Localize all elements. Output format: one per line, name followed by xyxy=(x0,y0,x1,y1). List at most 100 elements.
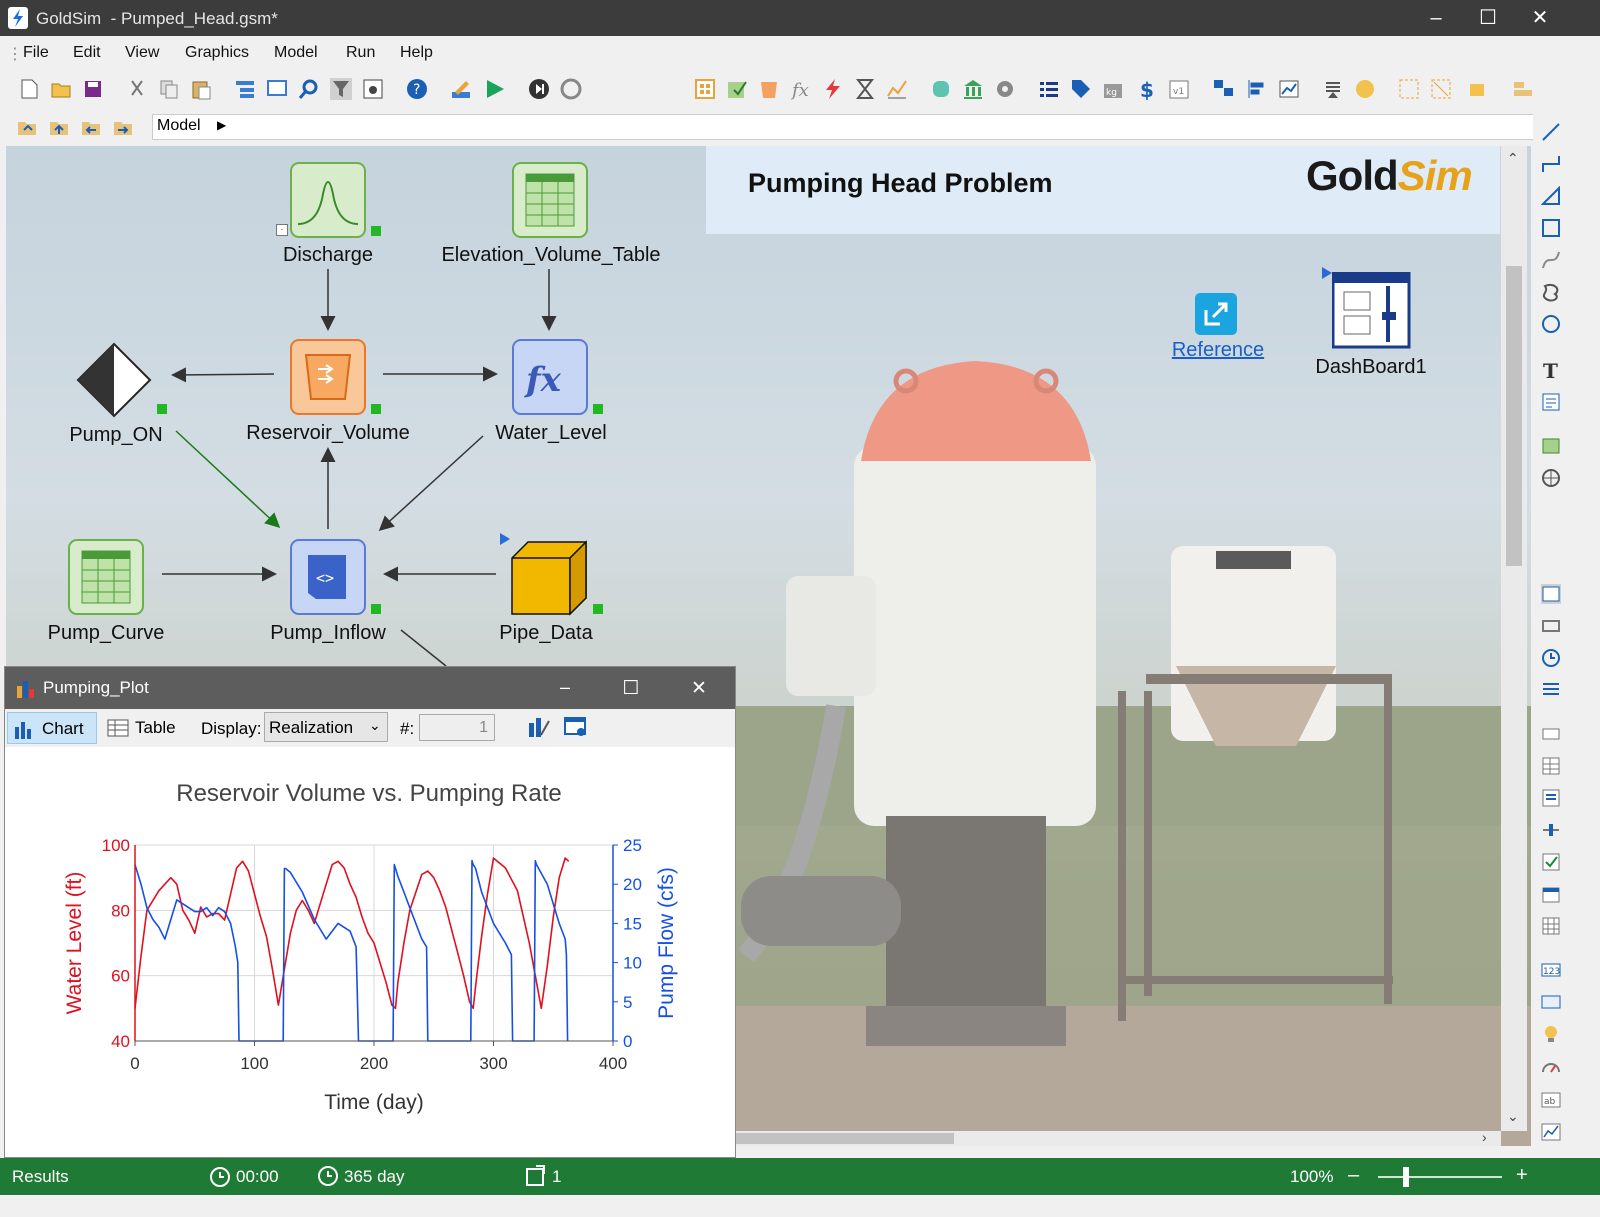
edit-mode-icon[interactable] xyxy=(450,78,472,100)
zoom-slider-thumb[interactable] xyxy=(1403,1167,1409,1187)
copy-icon[interactable] xyxy=(158,78,180,100)
digital-display-icon[interactable] xyxy=(1541,992,1561,1012)
data-element-icon[interactable] xyxy=(726,78,748,100)
ellipse-icon[interactable] xyxy=(1541,314,1561,334)
chart-control-icon[interactable] xyxy=(1541,1122,1561,1142)
tab-chart[interactable]: Chart xyxy=(7,712,97,744)
browser-icon[interactable] xyxy=(234,78,256,100)
blob-icon[interactable] xyxy=(1541,282,1561,302)
text-tool-icon[interactable]: T xyxy=(1541,359,1561,383)
pump-on-element[interactable] xyxy=(76,342,152,418)
container-view-icon[interactable] xyxy=(1541,584,1561,604)
database-icon[interactable] xyxy=(930,78,952,100)
reservoir-volume-element[interactable] xyxy=(290,339,366,415)
menu-graphics[interactable]: Graphics xyxy=(185,44,249,62)
chart-style-icon[interactable] xyxy=(1278,78,1300,100)
settings-icon[interactable] xyxy=(362,78,384,100)
reset-icon[interactable] xyxy=(560,78,582,100)
parent-folder-icon[interactable] xyxy=(48,116,70,138)
units-icon[interactable]: kg xyxy=(1102,78,1124,100)
reference-element[interactable] xyxy=(1194,292,1238,336)
paste-icon[interactable] xyxy=(190,78,212,100)
text-box-icon[interactable] xyxy=(1541,392,1561,412)
save-icon[interactable] xyxy=(82,78,104,100)
expand-toggle-icon[interactable]: · xyxy=(276,224,288,236)
frame-icon[interactable] xyxy=(1541,616,1561,636)
display-select[interactable]: Realization ⌄ xyxy=(264,712,388,742)
container-up-icon[interactable] xyxy=(16,116,38,138)
menu-model[interactable]: Model xyxy=(274,44,318,62)
list-view-icon[interactable] xyxy=(1541,680,1561,700)
new-file-icon[interactable] xyxy=(18,78,40,100)
scroll-up-icon[interactable]: ⌃ xyxy=(1507,150,1519,167)
currency-icon[interactable]: $ xyxy=(1136,78,1158,102)
number-display-icon[interactable]: 123 xyxy=(1541,960,1561,980)
import-icon[interactable] xyxy=(1322,78,1344,100)
help-icon[interactable]: ? xyxy=(406,78,428,100)
sensitivity-icon[interactable] xyxy=(1354,78,1376,100)
curve-icon[interactable] xyxy=(1541,250,1561,270)
group-icon[interactable] xyxy=(1398,78,1420,100)
menu-edit[interactable]: Edit xyxy=(73,44,101,62)
plot-close-button[interactable]: ✕ xyxy=(687,677,711,699)
forward-icon[interactable] xyxy=(112,116,134,138)
hyperlink-tool-icon[interactable] xyxy=(1541,468,1561,488)
line-tool-icon[interactable] xyxy=(1541,122,1561,142)
pipe-data-element[interactable] xyxy=(508,538,590,618)
gauge-icon[interactable] xyxy=(1541,1058,1561,1078)
event-icon[interactable] xyxy=(822,78,844,100)
chart-style-icon[interactable] xyxy=(527,715,553,739)
realization-number-field[interactable]: 1 xyxy=(419,714,495,741)
plot-maximize-button[interactable]: ☐ xyxy=(619,677,643,699)
list-box-icon[interactable] xyxy=(1541,788,1561,808)
input-field-icon[interactable] xyxy=(1541,724,1561,744)
reference-link[interactable]: Reference xyxy=(1162,339,1274,362)
vertical-scroll-thumb[interactable] xyxy=(1506,266,1522,566)
ungroup-icon[interactable] xyxy=(1430,78,1452,100)
menu-file[interactable]: File xyxy=(23,44,49,62)
chart-properties-icon[interactable] xyxy=(563,715,589,739)
table-input-icon[interactable] xyxy=(1541,756,1561,776)
pump-curve-element[interactable] xyxy=(68,539,144,615)
breadcrumb-arrow-icon[interactable]: ▶ xyxy=(217,118,226,132)
function-icon[interactable]: fx xyxy=(790,78,812,101)
library-icon[interactable] xyxy=(962,78,984,100)
pump-inflow-element[interactable]: <> xyxy=(290,539,366,615)
timer-icon[interactable] xyxy=(1541,648,1561,668)
find-icon[interactable] xyxy=(298,78,320,100)
align-icon[interactable] xyxy=(1244,78,1266,100)
dashboard-design-icon[interactable] xyxy=(1212,78,1234,100)
pumping-chart[interactable]: Reservoir Volume vs. Pumping Rate 0 100 20… xyxy=(5,747,735,1157)
result-chart-icon[interactable] xyxy=(886,78,908,100)
elevation-volume-table-element[interactable] xyxy=(512,162,588,238)
elbow-line-icon[interactable] xyxy=(1541,154,1561,174)
stock-icon[interactable] xyxy=(758,78,780,100)
filter-icon[interactable] xyxy=(330,78,352,100)
breadcrumb-model[interactable]: Model xyxy=(157,117,201,135)
close-button[interactable]: ✕ xyxy=(1514,4,1566,32)
open-folder-icon[interactable] xyxy=(50,78,72,100)
zoom-in-button[interactable]: + xyxy=(1516,1164,1528,1187)
maximize-button[interactable]: ☐ xyxy=(1462,4,1514,32)
tab-table[interactable]: Table xyxy=(103,712,183,744)
delay-icon[interactable] xyxy=(854,78,876,100)
slider-control-icon[interactable] xyxy=(1541,820,1561,840)
tag-icon[interactable] xyxy=(1070,78,1092,100)
discharge-element[interactable] xyxy=(290,162,366,238)
polygon-icon[interactable] xyxy=(1540,185,1561,206)
scroll-right-icon[interactable]: › xyxy=(1482,1129,1487,1145)
options-icon[interactable] xyxy=(994,78,1016,100)
note-icon[interactable] xyxy=(266,78,288,100)
menu-run[interactable]: Run xyxy=(346,44,375,62)
horizontal-scrollbar[interactable]: › xyxy=(734,1129,1501,1146)
container-icon[interactable] xyxy=(694,78,716,100)
indicator-light-icon[interactable] xyxy=(1541,1024,1561,1044)
run-icon[interactable] xyxy=(484,78,506,100)
dashboard-element[interactable] xyxy=(1331,271,1412,350)
image-tool-icon[interactable] xyxy=(1541,436,1561,456)
zoom-out-button[interactable]: – xyxy=(1348,1164,1359,1187)
label-display-icon[interactable]: ab xyxy=(1541,1090,1561,1110)
plot-minimize-button[interactable]: – xyxy=(553,677,577,699)
version-icon[interactable]: v1 xyxy=(1168,78,1190,100)
back-icon[interactable] xyxy=(80,116,102,138)
